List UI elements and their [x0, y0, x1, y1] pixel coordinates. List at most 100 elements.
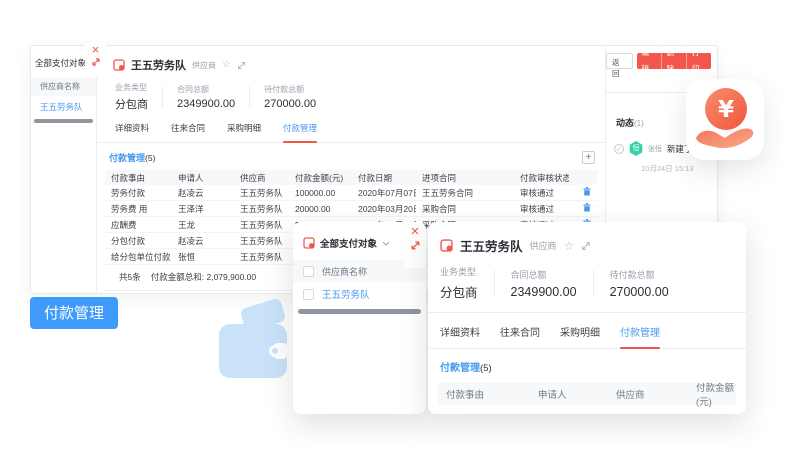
col-header: 付款日期 [352, 172, 416, 184]
supplier-link[interactable]: 王五劳务队 [234, 219, 289, 231]
star-icon[interactable]: ☆ [564, 241, 575, 251]
page-title: 王五劳务队 [131, 57, 186, 73]
payment-reason-link[interactable]: 分包付款 [105, 235, 172, 247]
delete-button[interactable]: 删除 [661, 45, 686, 77]
supplier-link[interactable]: 王五劳务队 [234, 187, 289, 199]
action-button-group: 编辑 删除 打印 [637, 53, 711, 69]
applicant-cell: 王泽洋 [172, 203, 234, 215]
svg-text:¥: ¥ [718, 97, 734, 123]
horizontal-scrollbar[interactable] [34, 119, 93, 123]
payment-reason-link[interactable]: 应酬费 [105, 219, 172, 231]
tab-contracts[interactable]: 往来合同 [171, 122, 205, 134]
payment-reason-link[interactable]: 劳务付款 [105, 187, 172, 199]
row-checkbox[interactable] [303, 289, 314, 300]
info-value: 2349900.00 [511, 285, 577, 299]
supplier-link[interactable]: 王五劳务队 [234, 235, 289, 247]
feed-count: (1) [634, 119, 644, 128]
sum-value: 2,079,900.00 [206, 272, 256, 282]
col-header: 付款金额(元) [289, 172, 352, 184]
front-payment-target-panel: 全部支付对象 × 供应商名称 王五劳务队 [293, 222, 426, 414]
print-button[interactable]: 打印 [686, 45, 711, 77]
info-label: 待付款总额 [264, 84, 316, 95]
payment-reason-link[interactable]: 劳务费 用 [105, 203, 172, 215]
table-row[interactable]: 劳务付款 赵凌云 王五劳务队 100000.00 2020年07月07日 王五劳… [105, 185, 597, 201]
list-panel-controls: × [85, 43, 106, 77]
sum-label: 付款金额总和: [151, 272, 204, 282]
payment-feature-icon: ¥ [686, 79, 764, 160]
col-header: 付款金额(元) [688, 380, 736, 408]
col-header: 付款审核状态 [514, 172, 569, 184]
amount-cell: 20000.00 [289, 204, 352, 214]
share-icon[interactable] [581, 241, 591, 251]
tab-payment-management[interactable]: 付款管理 [620, 324, 660, 339]
info-value: 分包商 [115, 96, 148, 112]
trash-icon[interactable] [583, 203, 591, 212]
tab-contracts[interactable]: 往来合同 [500, 324, 540, 339]
close-icon[interactable]: × [92, 43, 100, 57]
applicant-cell: 赵凌云 [172, 235, 234, 247]
section-count: (5) [145, 153, 155, 163]
list-column-header: 供应商名称 [31, 77, 96, 96]
wallet-icon [218, 299, 292, 388]
avatar: 恒 [629, 141, 643, 156]
table-header-row: 付款事由 申请人 供应商 付款金额(元) [438, 383, 736, 405]
contract-link[interactable]: 采购合同 [416, 203, 514, 215]
applicant-cell: 张恒 [172, 251, 234, 263]
table-row[interactable]: 劳务费 用 王泽洋 王五劳务队 20000.00 2020年03月20日 采购合… [105, 201, 597, 217]
payment-management-badge: 付款管理 [30, 297, 118, 329]
check-circle-icon: ✓ [614, 144, 624, 154]
tab-payment-management[interactable]: 付款管理 [283, 122, 317, 134]
info-value: 270000.00 [264, 98, 316, 110]
detail-tabs: 详细资料 往来合同 采购明细 付款管理 [428, 313, 746, 349]
info-value: 270000.00 [610, 285, 669, 299]
edit-button[interactable]: 编辑 [637, 45, 661, 77]
horizontal-scrollbar[interactable] [298, 309, 421, 314]
share-icon[interactable] [237, 61, 246, 70]
payment-reason-link[interactable]: 给分包单位付款 [105, 251, 172, 263]
supplier-tag: 供应商 [530, 239, 557, 252]
payment-section-header: 付款管理(5) + [109, 151, 595, 164]
front-panel-controls: × [404, 222, 426, 268]
document-icon [113, 59, 125, 71]
col-header: 申请人 [172, 172, 234, 184]
col-header: 付款事由 [438, 387, 530, 401]
tab-purchase-detail[interactable]: 采购明细 [227, 122, 261, 134]
page: 全部支付对象 × 供应商名称 王五劳务队 [0, 0, 792, 459]
feed-timestamp: 10月24日 15:13 [641, 163, 717, 174]
supplier-link[interactable]: 王五劳务队 [234, 203, 289, 215]
contract-link[interactable]: 王五劳务合同 [416, 187, 514, 199]
expand-arrow-icon[interactable] [410, 240, 421, 251]
close-icon[interactable]: × [411, 224, 420, 240]
date-cell: 2020年07月07日 [352, 187, 416, 199]
col-header: 付款事由 [105, 172, 172, 184]
back-button[interactable]: 返回 [606, 53, 633, 69]
select-all-checkbox[interactable] [303, 266, 314, 277]
supplier-link[interactable]: 王五劳务队 [322, 287, 370, 301]
supplier-link[interactable]: 王五劳务队 [234, 251, 289, 263]
list-item-supplier[interactable]: 王五劳务队 [31, 96, 96, 117]
document-icon [303, 237, 315, 249]
front-list-title: 全部支付对象 [320, 236, 377, 250]
add-payment-button[interactable]: + [582, 151, 595, 164]
table-header-row: 付款事由 申请人 供应商 付款金额(元) 付款日期 进项合同 付款审核状态 [105, 170, 597, 185]
tab-purchase-detail[interactable]: 采购明细 [560, 324, 600, 339]
applicant-cell: 赵凌云 [172, 187, 234, 199]
front-detail-titlebar: 王五劳务队 供应商 ☆ [428, 222, 746, 255]
trash-icon[interactable] [583, 187, 591, 196]
supplier-tag: 供应商 [192, 60, 216, 71]
info-value: 分包商 [440, 282, 478, 301]
front-list-row[interactable]: 王五劳务队 [293, 282, 426, 306]
info-label: 业务类型 [440, 265, 478, 278]
tab-detail-info[interactable]: 详细资料 [440, 324, 480, 339]
col-header: 供应商 [234, 172, 289, 184]
tab-detail-info[interactable]: 详细资料 [115, 122, 149, 134]
list-panel-title-label: 全部支付对象 [35, 57, 86, 69]
info-label: 待付款总额 [610, 268, 669, 281]
detail-titlebar: 王五劳务队 供应商 ☆ [97, 46, 605, 74]
info-label: 业务类型 [115, 82, 148, 93]
star-icon[interactable]: ☆ [222, 60, 231, 70]
expand-arrow-icon[interactable] [91, 57, 101, 67]
info-label: 合同总额 [511, 268, 577, 281]
info-value: 2349900.00 [177, 98, 235, 110]
status-cell: 审核通过 [514, 187, 569, 199]
